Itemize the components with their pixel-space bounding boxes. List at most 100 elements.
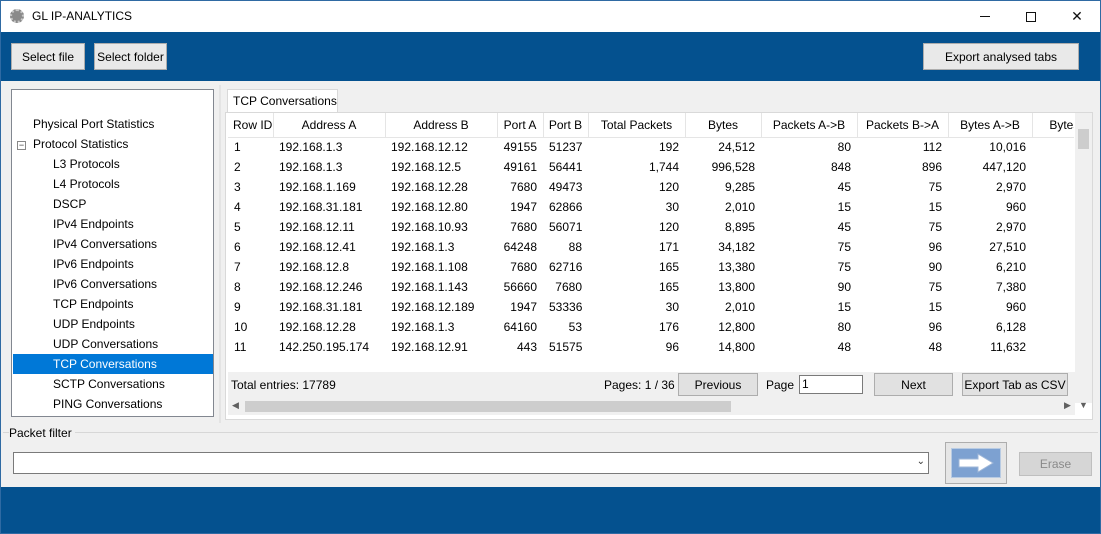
table-cell: 5 [234,220,241,234]
table-cell: 8,895 [724,220,755,234]
scroll-down-icon[interactable]: ▼ [1079,400,1088,410]
table-cell: 34,182 [718,240,755,254]
table-cell: 192.168.1.3 [391,320,455,334]
minimize-button[interactable] [962,1,1008,32]
vertical-scrollbar[interactable]: ▼ [1075,113,1092,410]
table-cell: 447,120 [982,160,1026,174]
column-header[interactable]: Bytes B [1032,113,1074,138]
column-header[interactable]: Bytes A->B [948,113,1033,138]
apply-filter-button[interactable] [945,442,1007,484]
tree-item-ping-conversations[interactable]: PING Conversations [53,394,162,414]
table-cell: 896 [921,160,942,174]
table-cell: 75 [837,240,851,254]
packet-filter-label: Packet filter [9,426,75,440]
table-cell: 2,970 [995,220,1026,234]
table-row[interactable]: 9 192.168.31.181 192.168.12.189 1947 53336 30… [228,297,1074,317]
column-header[interactable]: Row ID [228,113,274,138]
table-row[interactable]: 5 192.168.12.11 192.168.10.93 7680 56071 120 8… [228,217,1074,237]
page-number-input[interactable]: 1 [799,375,863,394]
previous-button[interactable]: Previous [678,373,758,396]
tree-item-protocol-statistics[interactable]: Protocol Statistics [33,134,128,154]
close-button[interactable]: ✕ [1054,1,1100,32]
table-cell: 192.168.12.189 [391,300,475,314]
select-folder-button[interactable]: Select folder [94,43,167,70]
table-cell: 848 [830,160,851,174]
statistics-tree[interactable]: Physical Port Statistics − Protocol Stat… [11,89,214,417]
table-row[interactable]: 1 192.168.1.3 192.168.12.12 49155 51237 192 24… [228,137,1074,157]
collapse-icon[interactable]: − [17,141,26,150]
tree-item-physical-port-statistics[interactable]: Physical Port Statistics [33,114,154,134]
tree-item-tcp-endpoints[interactable]: TCP Endpoints [53,294,134,314]
panel-splitter[interactable] [219,85,221,423]
tree-item-ipv4-endpoints[interactable]: IPv4 Endpoints [53,214,134,234]
export-tab-csv-button[interactable]: Export Tab as CSV [962,373,1068,396]
column-header[interactable]: Total Packets [588,113,686,138]
table-row[interactable]: 7 192.168.12.8 192.168.1.108 7680 62716 165 13… [228,257,1074,277]
table-cell: 192.168.12.8 [279,260,350,274]
tree-item-l4-protocols[interactable]: L4 Protocols [53,174,120,194]
column-header[interactable]: Packets B->A [857,113,949,138]
tree-item-dscp[interactable]: DSCP [53,194,86,214]
table-cell: 15 [928,200,942,214]
table-cell: 1 [234,140,241,155]
table-row[interactable]: 11 142.250.195.174 192.168.12.91 443 51575 96… [228,337,1074,357]
export-analysed-tabs-button[interactable]: Export analysed tabs [923,43,1079,70]
table-row[interactable]: 4 192.168.31.181 192.168.12.80 1947 62866 30 2… [228,197,1074,217]
table-cell: 192.168.31.181 [279,200,363,214]
table-cell: 75 [928,220,942,234]
table-cell: 45 [837,220,851,234]
maximize-button[interactable] [1008,1,1054,32]
tree-item-ipv6-conversations[interactable]: IPv6 Conversations [53,274,157,294]
vertical-scroll-thumb[interactable] [1078,129,1089,149]
table-cell: 9,285 [724,180,755,194]
table-row[interactable]: 8 192.168.12.246 192.168.1.143 56660 7680 165… [228,277,1074,297]
tree-item-ipv4-conversations[interactable]: IPv4 Conversations [53,234,157,254]
conversations-table[interactable]: Row ID Address A Address B Port A Port B… [228,113,1074,372]
table-cell: 192.168.1.169 [279,180,356,194]
tree-item-tcp-conversations[interactable]: TCP Conversations [13,354,213,374]
table-cell: 2,010 [724,300,755,314]
table-cell: 7680 [510,260,537,274]
tree-item-l3-protocols[interactable]: L3 Protocols [53,154,120,174]
column-header[interactable]: Port A [497,113,544,138]
table-cell: 4 [234,200,241,214]
tree-item-udp-conversations[interactable]: UDP Conversations [53,334,158,354]
window-title: GL IP-ANALYTICS [32,9,133,23]
table-cell: 9 [234,300,241,314]
table-row[interactable]: 3 192.168.1.169 192.168.12.28 7680 49473 120 9… [228,177,1074,197]
tab-tcp-conversations[interactable]: TCP Conversations [227,89,338,113]
column-header[interactable]: Address A [273,113,386,138]
table-cell: 53 [568,320,582,334]
horizontal-scrollbar[interactable]: ◀ ▶ [228,398,1075,415]
scroll-left-icon[interactable]: ◀ [232,400,239,411]
table-cell: 96 [665,340,679,354]
tree-item-sctp-conversations[interactable]: SCTP Conversations [53,374,165,394]
table-cell: 192.168.12.80 [391,200,468,214]
scroll-right-icon[interactable]: ▶ [1064,400,1071,411]
column-header[interactable]: Packets A->B [761,113,858,138]
table-cell: 192.168.12.28 [279,320,356,334]
table-row[interactable]: 10 192.168.12.28 192.168.1.3 64160 53 176 12,8… [228,317,1074,337]
table-cell: 192.168.1.3 [279,160,343,174]
table-cell: 120 [658,220,679,234]
column-header[interactable]: Bytes [685,113,762,138]
chevron-down-icon[interactable]: ⌄ [917,456,925,467]
column-header[interactable]: Address B [385,113,498,138]
select-file-button[interactable]: Select file [11,43,85,70]
packet-filter-combobox[interactable]: ⌄ [13,452,929,474]
table-cell: 7680 [510,180,537,194]
table-cell: 1947 [510,200,537,214]
table-row[interactable]: 2 192.168.1.3 192.168.12.5 49161 56441 1,744 9… [228,157,1074,177]
table-body: 1 192.168.1.3 192.168.12.12 49155 51237 192 24… [228,137,1074,357]
erase-button[interactable]: Erase [1019,452,1092,476]
table-cell: 15 [837,200,851,214]
tree-item-udp-endpoints[interactable]: UDP Endpoints [53,314,135,334]
next-button[interactable]: Next [874,373,953,396]
table-cell [1032,237,1074,257]
column-header[interactable]: Port B [543,113,589,138]
table-cell: 996,528 [711,160,755,174]
tree-item-ipv6-endpoints[interactable]: IPv6 Endpoints [53,254,134,274]
table-cell: 192.168.10.93 [391,220,468,234]
horizontal-scroll-thumb[interactable] [245,401,731,412]
table-row[interactable]: 6 192.168.12.41 192.168.1.3 64248 88 171 34,18… [228,237,1074,257]
